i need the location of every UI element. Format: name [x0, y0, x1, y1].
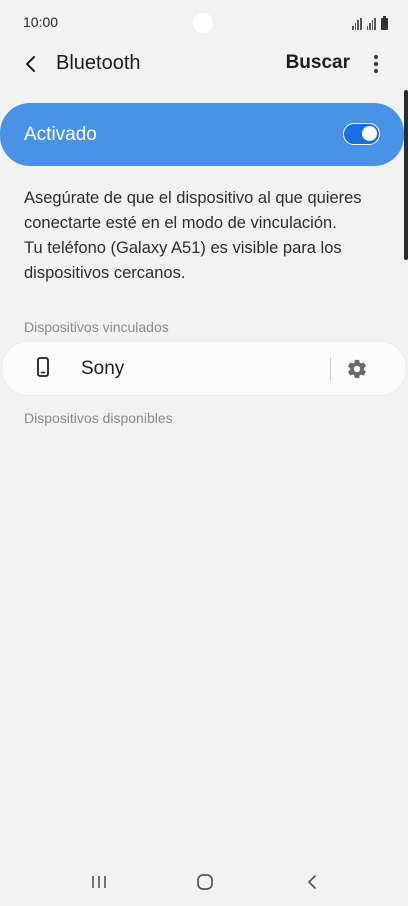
- toggle-knob: [362, 126, 377, 141]
- available-devices-header: Dispositivos disponibles: [24, 410, 173, 426]
- description-line: dispositivos cercanos.: [24, 264, 186, 282]
- visibility-description: Asegúrate de que el dispositivo al que q…: [24, 186, 384, 286]
- home-icon: [197, 874, 213, 890]
- bluetooth-toggle[interactable]: [343, 123, 380, 145]
- nav-back-button[interactable]: [297, 870, 327, 894]
- recents-icon: [92, 876, 106, 888]
- phone-icon: [37, 357, 49, 377]
- recents-button[interactable]: [84, 870, 114, 894]
- camera-cutout: [193, 13, 213, 33]
- navigation-bar: [0, 860, 408, 904]
- home-button[interactable]: [190, 870, 220, 894]
- bluetooth-master-switch[interactable]: Activado: [0, 103, 404, 166]
- divider: [330, 357, 331, 380]
- paired-device-item[interactable]: Sony: [2, 342, 406, 395]
- signal-icon: [366, 18, 376, 30]
- paired-devices-header: Dispositivos vinculados: [24, 319, 169, 335]
- status-icons: [352, 14, 388, 30]
- chevron-left-icon: [26, 56, 35, 72]
- more-vertical-icon: [374, 55, 378, 59]
- scrollbar[interactable]: [404, 90, 408, 260]
- app-header: Bluetooth Buscar: [0, 40, 408, 88]
- description-line: Tu teléfono (Galaxy A51) es visible para…: [24, 239, 342, 257]
- page-title: Bluetooth: [56, 52, 141, 74]
- search-button[interactable]: Buscar: [286, 52, 350, 74]
- battery-icon: [381, 16, 388, 30]
- device-name: Sony: [81, 358, 125, 379]
- master-switch-label: Activado: [24, 124, 97, 145]
- back-icon: [308, 875, 316, 889]
- description-line: Asegúrate de que el dispositivo al que q…: [24, 189, 362, 207]
- status-time: 10:00: [23, 14, 59, 30]
- gear-icon: [348, 359, 366, 379]
- device-settings-button[interactable]: [344, 356, 370, 382]
- description-line: conectarte esté en el modo de vinculació…: [24, 214, 337, 232]
- back-button[interactable]: [14, 48, 48, 80]
- more-options-button[interactable]: [366, 52, 386, 76]
- signal-icon: [352, 18, 362, 30]
